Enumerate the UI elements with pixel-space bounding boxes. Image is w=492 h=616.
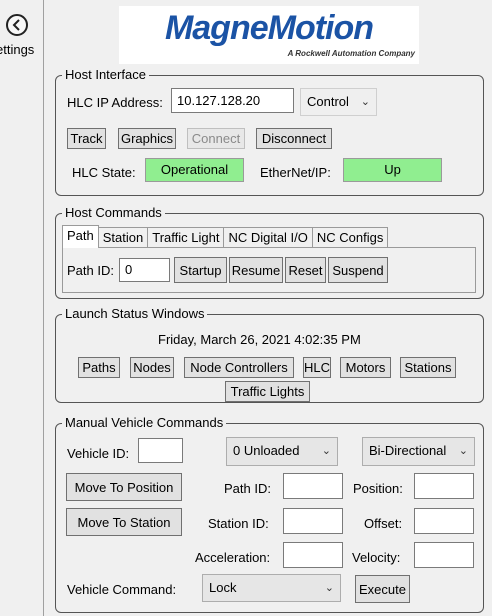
station-id-label: Station ID: [208, 516, 269, 531]
node-controllers-window-button[interactable]: Node Controllers [184, 357, 294, 378]
position-label: Position: [353, 481, 403, 496]
move-to-station-button[interactable]: Move To Station [66, 508, 182, 536]
position-input[interactable] [414, 473, 474, 499]
track-button[interactable]: Track [67, 128, 106, 149]
magnemotion-logo: MagneMotion A Rockwell Automation Compan… [119, 6, 419, 64]
chevron-down-icon: ⌄ [458, 445, 468, 457]
stations-window-button[interactable]: Stations [400, 357, 456, 378]
mv-path-id-label: Path ID: [224, 481, 271, 496]
ethernet-ip-indicator: Up [343, 158, 442, 182]
direction-value: Bi-Directional [369, 443, 447, 458]
hlc-state-label: HLC State: [72, 165, 136, 180]
launch-status-title: Launch Status Windows [62, 306, 208, 321]
mv-path-id-input[interactable] [283, 473, 343, 499]
velocity-label: Velocity: [352, 550, 401, 565]
hlc-ip-label: HLC IP Address: [67, 95, 163, 110]
station-id-input[interactable] [283, 508, 343, 534]
tab-traffic-light[interactable]: Traffic Light [147, 227, 225, 248]
resume-button[interactable]: Resume [229, 257, 283, 283]
host-path-id-input[interactable]: 0 [119, 258, 170, 282]
ethernet-ip-label: EtherNet/IP: [260, 165, 331, 180]
tab-nc-configs[interactable]: NC Configs [311, 227, 389, 248]
startup-button[interactable]: Startup [174, 257, 227, 283]
graphics-button[interactable]: Graphics [118, 128, 176, 149]
chevron-down-icon: ⌄ [324, 582, 334, 594]
direction-select[interactable]: Bi-Directional ⌄ [362, 437, 475, 466]
chevron-left-icon [12, 19, 20, 31]
reset-button[interactable]: Reset [285, 257, 326, 283]
logo-brand: MagneMotion [164, 9, 374, 47]
connect-button[interactable]: Connect [187, 128, 245, 149]
logo-tagline: A Rockwell Automation Company [287, 49, 415, 58]
motors-window-button[interactable]: Motors [340, 357, 391, 378]
hlc-state-indicator: Operational [145, 158, 244, 182]
acceleration-input[interactable] [283, 542, 343, 568]
chevron-down-icon: ⌄ [360, 96, 370, 108]
tab-nc-digital-io[interactable]: NC Digital I/O [223, 227, 313, 248]
hlc-ip-input[interactable]: 10.127.128.20 [171, 88, 294, 113]
settings-label[interactable]: ettings [0, 42, 34, 57]
tab-path[interactable]: Path [62, 225, 99, 248]
load-state-select[interactable]: 0 Unloaded ⌄ [226, 437, 338, 466]
chevron-down-icon: ⌄ [321, 445, 331, 457]
host-commands-tabs: Path Station Traffic Light NC Digital I/… [62, 225, 389, 248]
suspend-button[interactable]: Suspend [328, 257, 388, 283]
acceleration-label: Acceleration: [195, 550, 271, 565]
velocity-input[interactable] [414, 542, 474, 568]
vehicle-command-select[interactable]: Lock ⌄ [202, 574, 341, 602]
tab-station[interactable]: Station [97, 227, 149, 248]
offset-label: Offset: [364, 516, 403, 531]
vehicle-command-value: Lock [209, 580, 237, 595]
path-id-label: Path ID: [67, 263, 114, 278]
mode-select-value: Control [307, 94, 349, 109]
vehicle-id-input[interactable] [138, 438, 183, 463]
host-commands-title: Host Commands [62, 205, 165, 220]
execute-button[interactable]: Execute [355, 575, 410, 603]
vehicle-id-label: Vehicle ID: [67, 446, 130, 461]
host-interface-title: Host Interface [62, 67, 149, 82]
load-state-value: 0 Unloaded [233, 443, 300, 458]
mode-select[interactable]: Control ⌄ [300, 88, 377, 116]
move-to-position-button[interactable]: Move To Position [66, 473, 182, 501]
nodes-window-button[interactable]: Nodes [130, 357, 174, 378]
paths-window-button[interactable]: Paths [78, 357, 120, 378]
vehicle-command-label: Vehicle Command: [67, 582, 177, 597]
traffic-lights-window-button[interactable]: Traffic Lights [225, 381, 310, 402]
hlc-window-button[interactable]: HLC [303, 357, 331, 378]
back-button[interactable] [6, 14, 28, 36]
offset-input[interactable] [414, 508, 474, 534]
manual-vehicle-title: Manual Vehicle Commands [62, 415, 227, 430]
disconnect-button[interactable]: Disconnect [256, 128, 332, 149]
current-datetime: Friday, March 26, 2021 4:02:35 PM [158, 332, 361, 347]
sidebar-divider [43, 0, 44, 616]
